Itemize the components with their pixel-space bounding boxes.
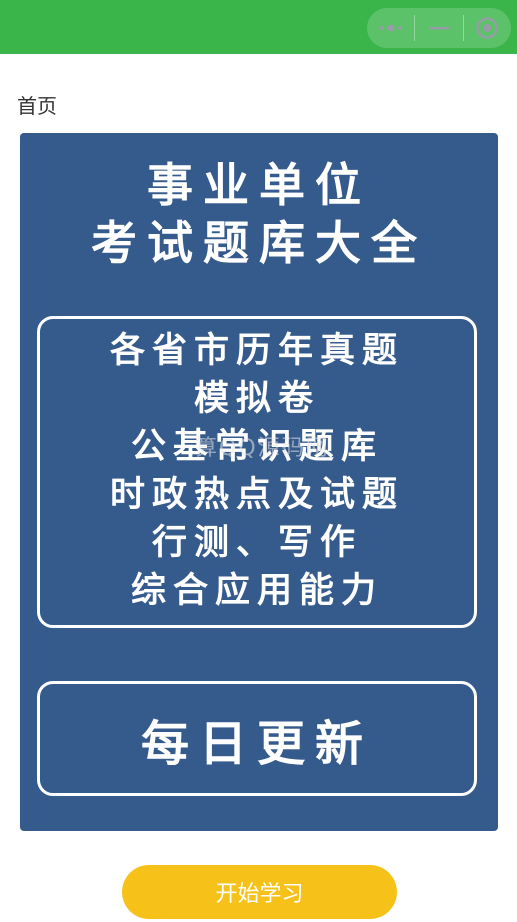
feature-item: 模拟卷 bbox=[193, 379, 320, 419]
page-title: 首页 bbox=[17, 94, 57, 118]
target-circle-icon bbox=[476, 17, 498, 39]
daily-update-text: 每日更新 bbox=[140, 715, 373, 772]
daily-update-box: 每日更新 bbox=[37, 681, 477, 796]
feature-list: 各省市历年真题 模拟卷 公基常识题库 时政热点及试题 行测、写作 综合应用能力 bbox=[40, 327, 474, 615]
banner-title-line-2: 考试题库大全 bbox=[91, 216, 427, 270]
mini-program-capsule bbox=[367, 8, 511, 48]
feature-item: 时政热点及试题 bbox=[109, 475, 404, 515]
minimize-icon bbox=[428, 27, 449, 30]
exam-banner: 事业单位 考试题库大全 各省市历年真题 模拟卷 公基常识题库 时政热点及试题 行… bbox=[20, 133, 498, 831]
banner-title-line-1: 事业单位 bbox=[147, 158, 371, 212]
more-dots-icon bbox=[379, 24, 402, 32]
minimize-button[interactable] bbox=[415, 8, 462, 48]
feature-item: 综合应用能力 bbox=[130, 571, 383, 611]
feature-item: 行测、写作 bbox=[151, 523, 362, 563]
start-learning-button[interactable]: 开始学习 bbox=[122, 865, 397, 919]
more-button[interactable] bbox=[367, 8, 414, 48]
top-bar bbox=[0, 0, 517, 54]
feature-item: 各省市历年真题 bbox=[109, 331, 404, 371]
features-box: 各省市历年真题 模拟卷 公基常识题库 时政热点及试题 行测、写作 综合应用能力 bbox=[37, 316, 477, 628]
watermark-text: 算QQ源码网 bbox=[195, 436, 330, 461]
close-button[interactable] bbox=[464, 8, 511, 48]
